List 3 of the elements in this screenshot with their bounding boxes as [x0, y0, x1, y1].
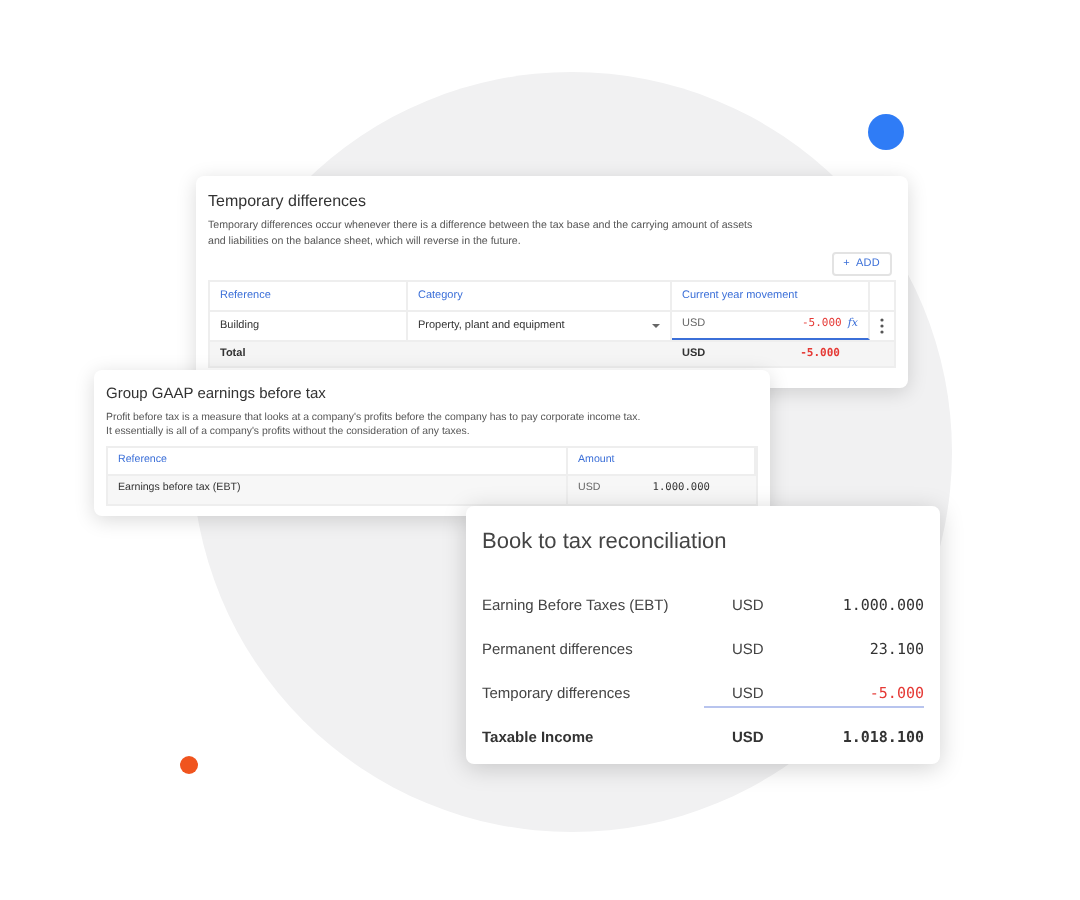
caret-icon: [652, 324, 660, 328]
card-title: Book to tax reconciliation: [482, 528, 729, 558]
card-title: Temporary differences: [208, 190, 368, 214]
